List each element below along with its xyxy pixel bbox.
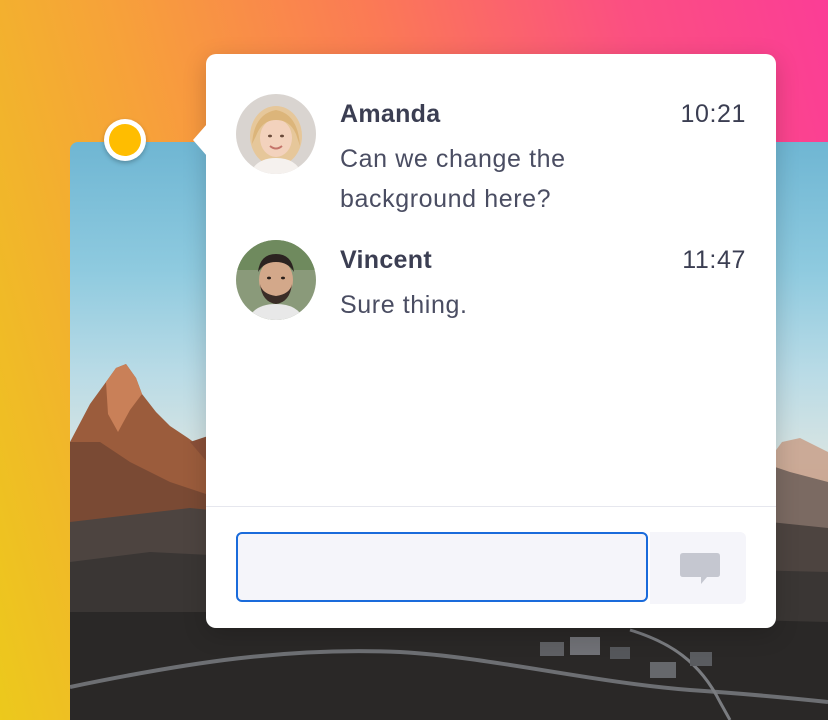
message-time: 11:47 [682, 246, 746, 274]
message-author: Amanda [340, 100, 441, 128]
message-item: Amanda 10:21 Can we change the backgroun… [236, 94, 746, 214]
message-author: Vincent [340, 246, 432, 274]
send-button[interactable] [650, 532, 746, 604]
message-text: Can we change the background here? [340, 145, 566, 213]
message-time: 10:21 [680, 100, 746, 128]
divider [206, 506, 776, 507]
woman-portrait-icon [236, 94, 316, 174]
avatar [236, 240, 316, 320]
comment-popover: Amanda 10:21 Can we change the backgroun… [193, 54, 776, 628]
comment-marker[interactable] [104, 119, 146, 161]
avatar [236, 94, 316, 174]
speech-bubble-icon [680, 553, 720, 584]
reply-input[interactable] [236, 532, 648, 602]
message-text: Sure thing. [340, 291, 468, 319]
comment-marker-dot [109, 124, 141, 156]
popover-arrow [193, 124, 207, 156]
man-portrait-icon [236, 240, 316, 320]
message-item: Vincent 11:47 Sure thing. [236, 240, 746, 360]
